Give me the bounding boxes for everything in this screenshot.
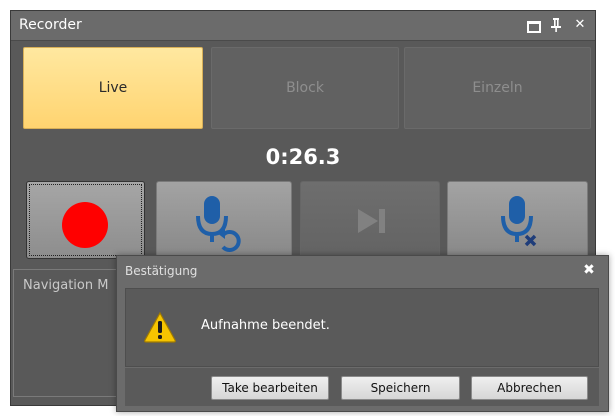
save-button[interactable]: Speichern xyxy=(341,376,460,400)
microphone-delete-button[interactable] xyxy=(447,181,588,259)
confirmation-dialog: Bestätigung ✖ Aufnahme beendet. Take bea… xyxy=(116,255,609,412)
warning-icon xyxy=(144,311,176,343)
mode-einzeln-button[interactable]: Einzeln xyxy=(404,47,591,129)
microphone-undo-icon xyxy=(196,196,241,252)
cancel-button[interactable]: Abbrechen xyxy=(471,376,588,400)
dialog-footer: Take bearbeiten Speichern Abbrechen xyxy=(125,368,599,406)
microphone-undo-button[interactable] xyxy=(156,181,292,259)
skip-button[interactable] xyxy=(300,181,440,259)
mode-live-button[interactable]: Live xyxy=(23,47,203,129)
recording-timer: 0:26.3 xyxy=(265,145,341,169)
dialog-title: Bestätigung xyxy=(125,264,198,278)
record-dot-icon xyxy=(62,202,108,248)
microphone-delete-icon xyxy=(501,196,537,247)
close-icon[interactable]: ✕ xyxy=(571,16,589,34)
play-skip-icon xyxy=(358,209,385,233)
take-edit-button[interactable]: Take bearbeiten xyxy=(211,376,329,400)
dialog-close-icon[interactable]: ✖ xyxy=(581,262,597,278)
navigation-label: Navigation M xyxy=(23,278,109,293)
restore-icon[interactable] xyxy=(523,16,541,34)
recorder-titlebar: Recorder ✕ xyxy=(11,11,595,41)
dialog-message: Aufnahme beendet. xyxy=(201,318,330,333)
dialog-body: Aufnahme beendet. xyxy=(125,288,599,367)
pin-icon[interactable] xyxy=(547,16,565,34)
recorder-title: Recorder xyxy=(19,17,82,33)
record-button[interactable] xyxy=(26,181,145,259)
mode-block-button[interactable]: Block xyxy=(211,47,399,129)
